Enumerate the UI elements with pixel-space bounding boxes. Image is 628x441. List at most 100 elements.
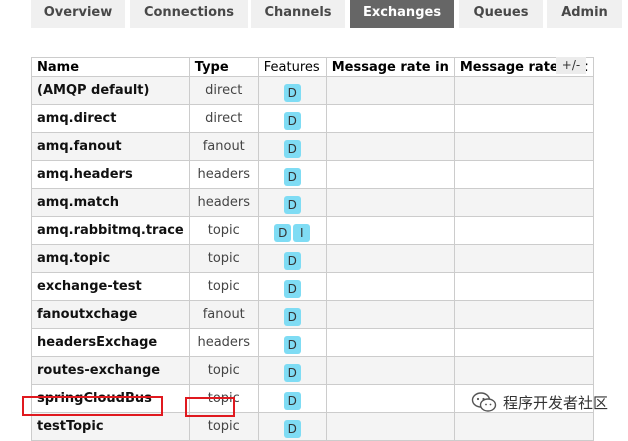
exchange-features: D bbox=[257, 188, 327, 217]
tab-overview[interactable]: Overview bbox=[31, 0, 125, 28]
column-header-rate-in[interactable]: Message rate in bbox=[325, 57, 455, 77]
table-row[interactable]: amq.rabbitmq.trace topic D I bbox=[31, 216, 594, 245]
toggle-columns-button[interactable]: +/- bbox=[556, 57, 586, 74]
exchange-name-link[interactable]: amq.match bbox=[31, 188, 190, 217]
table-row[interactable]: fanoutxchage fanout D bbox=[31, 300, 594, 329]
exchange-type: fanout bbox=[188, 132, 259, 161]
durable-badge: D bbox=[283, 251, 301, 270]
exchange-type: topic bbox=[188, 356, 259, 385]
exchange-type: headers bbox=[188, 188, 259, 217]
message-rate-in bbox=[325, 412, 455, 441]
table-header-row: Name Type Features Message rate in Messa… bbox=[31, 57, 594, 77]
tab-queues[interactable]: Queues bbox=[459, 0, 543, 28]
message-rate-in bbox=[325, 132, 455, 161]
durable-badge: D bbox=[274, 223, 292, 242]
highlight-box-type bbox=[185, 397, 235, 417]
wechat-icon bbox=[471, 392, 497, 412]
message-rate-out bbox=[453, 356, 594, 385]
exchange-name-link[interactable]: testTopic bbox=[31, 412, 190, 441]
message-rate-in bbox=[325, 356, 455, 385]
message-rate-in bbox=[325, 244, 455, 273]
exchange-name-link[interactable]: routes-exchange bbox=[31, 356, 190, 385]
message-rate-in bbox=[325, 300, 455, 329]
durable-badge: D bbox=[283, 279, 301, 298]
message-rate-in bbox=[325, 216, 455, 245]
exchange-features: D bbox=[257, 300, 327, 329]
message-rate-out bbox=[453, 160, 594, 189]
message-rate-in bbox=[325, 272, 455, 301]
exchange-features: D bbox=[257, 328, 327, 357]
exchange-name-link[interactable]: (AMQP default) bbox=[31, 76, 190, 105]
exchange-features: D bbox=[257, 272, 327, 301]
durable-badge: D bbox=[283, 167, 301, 186]
tab-channels[interactable]: Channels bbox=[251, 0, 345, 28]
watermark: 程序开发者社区 bbox=[471, 389, 608, 415]
tab-exchanges[interactable]: Exchanges bbox=[350, 0, 454, 28]
table-row[interactable]: routes-exchange topic D bbox=[31, 356, 594, 385]
exchange-features: D bbox=[257, 76, 327, 105]
durable-badge: D bbox=[283, 391, 301, 410]
message-rate-in bbox=[325, 188, 455, 217]
message-rate-out bbox=[453, 76, 594, 105]
table-row[interactable]: testTopic topic D bbox=[31, 412, 594, 441]
exchange-name-link[interactable]: headersExchage bbox=[31, 328, 190, 357]
exchange-type: headers bbox=[188, 160, 259, 189]
message-rate-out bbox=[453, 216, 594, 245]
table-row[interactable]: (AMQP default) direct D bbox=[31, 76, 594, 105]
table-row[interactable]: amq.direct direct D bbox=[31, 104, 594, 133]
table-row[interactable]: headersExchage headers D bbox=[31, 328, 594, 357]
exchange-features: D bbox=[257, 132, 327, 161]
highlight-box-name bbox=[22, 396, 163, 416]
exchange-type: direct bbox=[188, 76, 259, 105]
exchanges-table: Name Type Features Message rate in Messa… bbox=[31, 57, 594, 441]
column-header-features: Features bbox=[257, 57, 327, 77]
message-rate-out bbox=[453, 132, 594, 161]
message-rate-in bbox=[325, 384, 455, 413]
message-rate-in bbox=[325, 328, 455, 357]
table-row[interactable]: amq.fanout fanout D bbox=[31, 132, 594, 161]
message-rate-out bbox=[453, 328, 594, 357]
exchange-type: direct bbox=[188, 104, 259, 133]
exchange-features: D bbox=[257, 356, 327, 385]
exchange-name-link[interactable]: amq.fanout bbox=[31, 132, 190, 161]
durable-badge: D bbox=[283, 307, 301, 326]
durable-badge: D bbox=[283, 335, 301, 354]
exchange-type: topic bbox=[188, 216, 259, 245]
exchange-type: topic bbox=[188, 244, 259, 273]
exchange-features: D bbox=[257, 244, 327, 273]
message-rate-in bbox=[325, 76, 455, 105]
exchange-name-link[interactable]: fanoutxchage bbox=[31, 300, 190, 329]
table-row[interactable]: amq.topic topic D bbox=[31, 244, 594, 273]
durable-badge: D bbox=[283, 363, 301, 382]
exchange-name-link[interactable]: amq.headers bbox=[31, 160, 190, 189]
exchange-features: D bbox=[257, 104, 327, 133]
exchange-name-link[interactable]: exchange-test bbox=[31, 272, 190, 301]
tab-connections[interactable]: Connections bbox=[130, 0, 248, 28]
message-rate-out bbox=[453, 104, 594, 133]
column-header-type[interactable]: Type bbox=[188, 57, 259, 77]
message-rate-in bbox=[325, 160, 455, 189]
tab-admin[interactable]: Admin bbox=[547, 0, 622, 28]
exchange-features: D bbox=[257, 384, 327, 413]
exchange-features: D bbox=[257, 412, 327, 441]
exchange-features: D bbox=[257, 160, 327, 189]
table-row[interactable]: amq.headers headers D bbox=[31, 160, 594, 189]
message-rate-out bbox=[453, 412, 594, 441]
internal-badge: I bbox=[293, 223, 311, 242]
table-row[interactable]: exchange-test topic D bbox=[31, 272, 594, 301]
table-row[interactable]: amq.match headers D bbox=[31, 188, 594, 217]
message-rate-out bbox=[453, 272, 594, 301]
durable-badge: D bbox=[283, 139, 301, 158]
watermark-text: 程序开发者社区 bbox=[503, 393, 609, 412]
exchange-name-link[interactable]: amq.direct bbox=[31, 104, 190, 133]
message-rate-out bbox=[453, 300, 594, 329]
exchange-type: topic bbox=[188, 272, 259, 301]
durable-badge: D bbox=[283, 111, 301, 130]
message-rate-in bbox=[325, 104, 455, 133]
column-header-name[interactable]: Name bbox=[31, 57, 190, 77]
durable-badge: D bbox=[283, 195, 301, 214]
message-rate-out bbox=[453, 188, 594, 217]
exchange-name-link[interactable]: amq.topic bbox=[31, 244, 190, 273]
exchange-name-link[interactable]: amq.rabbitmq.trace bbox=[31, 216, 190, 245]
durable-badge: D bbox=[283, 83, 301, 102]
